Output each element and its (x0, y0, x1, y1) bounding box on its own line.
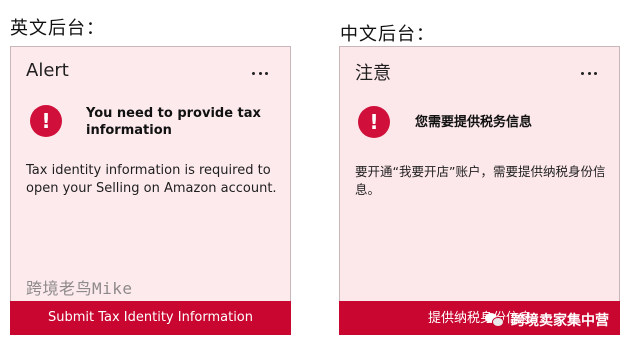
alert-title-zh: 注意 (355, 63, 391, 84)
english-alert-card: Alert ! You need to provide tax informat… (10, 46, 291, 335)
alert-title: Alert (26, 60, 69, 81)
wechat-watermark-overlay: 跨境卖家集中营 (485, 310, 609, 330)
chinese-alert-card: 注意 ! 您需要提供税务信息 要开通“我要开店”账户，需要提供纳税身份信息。 提… (339, 46, 620, 335)
submit-tax-identity-button[interactable]: Submit Tax Identity Information (10, 301, 291, 335)
alert-icon: ! (30, 105, 62, 137)
alert-body-text-zh: 要开通“我要开店”账户，需要提供纳税身份信息。 (355, 164, 606, 197)
more-options-icon-zh[interactable] (581, 71, 597, 75)
more-options-icon[interactable] (252, 71, 268, 75)
wechat-icon (485, 312, 505, 328)
english-backend-heading: 英文后台： (10, 18, 105, 39)
alert-heading-zh: 您需要提供税务信息 (415, 115, 533, 130)
chinese-backend-heading: 中文后台： (340, 24, 435, 45)
alert-icon-zh: ! (358, 106, 390, 138)
alert-body-text: Tax identity information is required to … (26, 163, 277, 196)
watermark-text: 跨境老鸟Mike (26, 279, 133, 298)
wechat-watermark-text: 跨境卖家集中营 (511, 313, 609, 329)
alert-heading: You need to provide tax information (86, 106, 261, 138)
